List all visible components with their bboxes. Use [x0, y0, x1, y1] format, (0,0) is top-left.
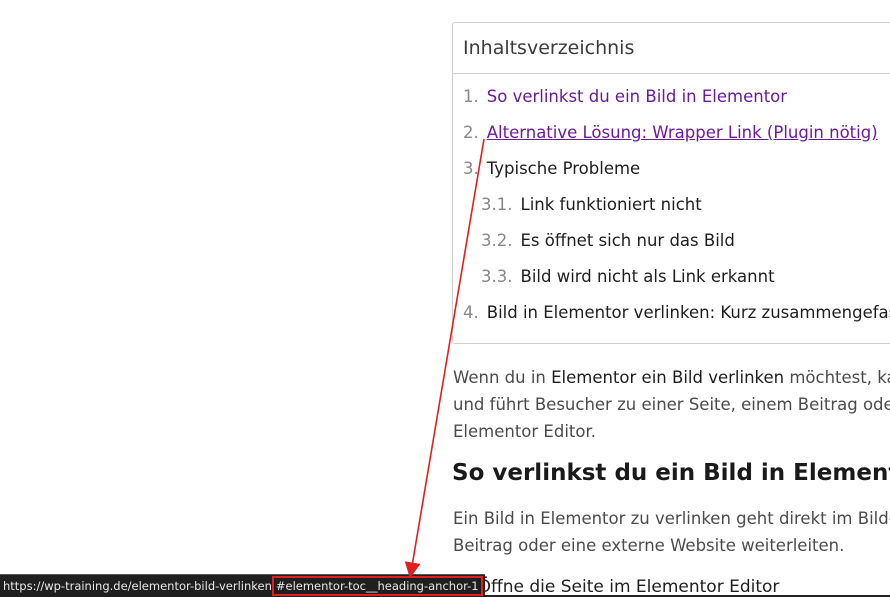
intro-bold-text: Elementor ein Bild verlinken	[551, 368, 785, 387]
toc-title: Inhaltsverzeichnis	[453, 23, 890, 74]
toc-item-link[interactable]: Bild wird nicht als Link erkannt	[521, 267, 775, 286]
intro-text: Wenn du in	[453, 368, 552, 387]
list-item-1: 1. Öffne die Seite im Elementor Editor	[456, 577, 780, 597]
status-url-anchor: #elementor-toc__heading-anchor-1	[271, 576, 483, 596]
toc-item-link[interactable]: So verlinkst du ein Bild in Elementor	[487, 87, 787, 106]
section-heading: So verlinkst du ein Bild in Elementor	[452, 460, 890, 486]
toc-item-number: 3.2.	[481, 231, 513, 250]
table-of-contents: Inhaltsverzeichnis 1. So verlinkst du ein…	[452, 22, 890, 344]
toc-item-number: 4.	[463, 303, 479, 322]
toc-item-3-3[interactable]: 3.3. Bild wird nicht als Link erkannt	[481, 267, 775, 286]
toc-item-2[interactable]: 2. Alternative Lösung: Wrapper Link (Plug…	[463, 123, 878, 142]
section-para-line-1: Ein Bild in Elementor zu verlinken geht …	[453, 509, 890, 528]
toc-item-3[interactable]: 3. Typische Probleme	[463, 159, 640, 178]
toc-item-3-2[interactable]: 3.2. Es öffnet sich nur das Bild	[481, 231, 735, 250]
toc-item-link-hovered[interactable]: Alternative Lösung: Wrapper Link (Plugin…	[487, 123, 878, 142]
toc-item-link[interactable]: Link funktioniert nicht	[521, 195, 702, 214]
toc-item-link[interactable]: Bild in Elementor verlinken: Kurz zusamm…	[487, 303, 890, 322]
intro-line-3: Elementor Editor.	[453, 422, 596, 441]
toc-item-3-1[interactable]: 3.1. Link funktioniert nicht	[481, 195, 702, 214]
toc-item-number: 3.	[463, 159, 479, 178]
intro-line-1: Wenn du in Elementor ein Bild verlinken …	[453, 368, 890, 387]
toc-item-number: 2.	[463, 123, 479, 142]
intro-text: möchtest, kannst	[789, 368, 890, 387]
toc-item-1[interactable]: 1. So verlinkst du ein Bild in Elementor	[463, 87, 787, 106]
toc-item-link[interactable]: Es öffnet sich nur das Bild	[521, 231, 735, 250]
toc-item-link[interactable]: Typische Probleme	[487, 159, 640, 178]
status-url-base: https://wp-training.de/elementor-bild-ve…	[3, 579, 272, 593]
section-para-line-2: Beitrag oder eine externe Website weiter…	[453, 536, 845, 555]
toc-item-number: 3.3.	[481, 267, 513, 286]
toc-item-number: 1.	[463, 87, 479, 106]
browser-status-bar: https://wp-training.de/elementor-bild-ve…	[0, 574, 485, 597]
toc-item-4[interactable]: 4. Bild in Elementor verlinken: Kurz zusa…	[463, 303, 890, 322]
toc-item-number: 3.1.	[481, 195, 513, 214]
intro-line-2: und führt Besucher zu einer Seite, einem…	[453, 395, 890, 414]
